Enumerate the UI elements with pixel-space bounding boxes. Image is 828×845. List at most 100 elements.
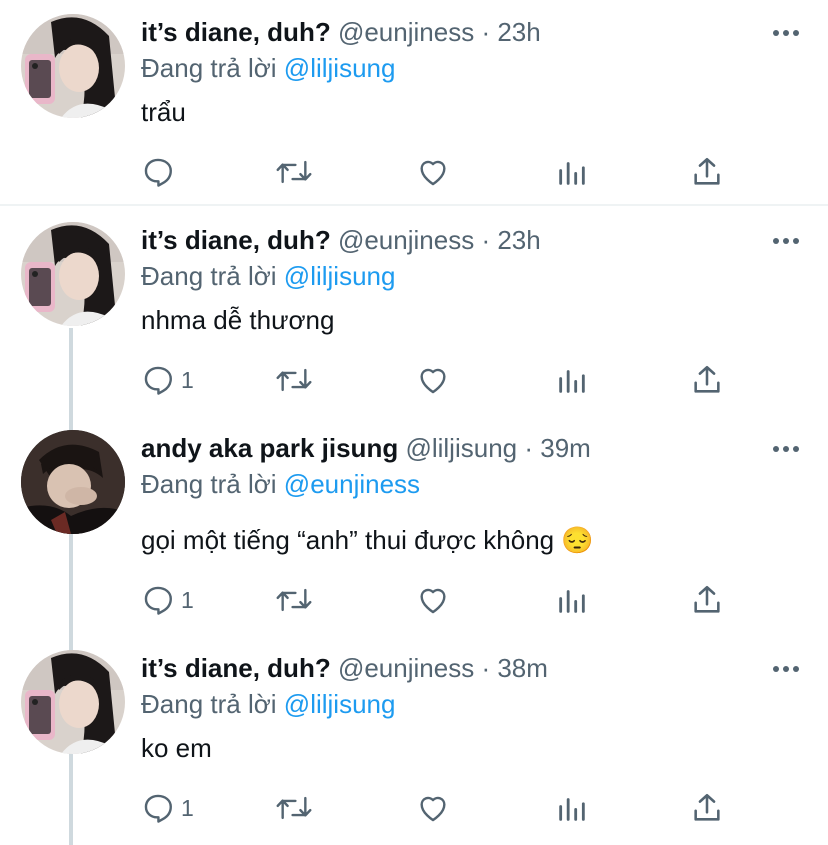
analytics-icon <box>559 162 585 185</box>
tweet-text: nhma dễ thương <box>141 305 335 335</box>
reply-button[interactable]: 1 <box>141 580 194 620</box>
share-button[interactable] <box>690 152 724 192</box>
analytics-button[interactable] <box>555 360 589 400</box>
more-icon[interactable] <box>772 28 800 38</box>
tweet-text: ko em <box>141 733 212 763</box>
share-button[interactable] <box>690 580 724 620</box>
display-name[interactable]: it’s diane, duh? <box>141 653 331 683</box>
share-button[interactable] <box>690 360 724 400</box>
user-handle[interactable]: @eunjiness <box>338 17 474 47</box>
reply-button[interactable]: 1 <box>141 788 194 828</box>
tweet[interactable]: it’s diane, duh? @eunjiness · 38m Đang t… <box>0 648 828 845</box>
reply-count: 1 <box>181 366 194 393</box>
avatar[interactable] <box>21 430 125 534</box>
action-bar: 1 <box>141 788 741 828</box>
display-name[interactable]: andy aka park jisung <box>141 433 398 463</box>
share-icon <box>694 585 720 613</box>
tweet-header: it’s diane, duh? @eunjiness · 23h <box>141 12 541 52</box>
display-name[interactable]: it’s diane, duh? <box>141 225 331 255</box>
action-bar: 1 <box>141 580 741 620</box>
timestamp[interactable]: 38m <box>497 653 548 683</box>
like-icon <box>420 796 446 822</box>
display-name[interactable]: it’s diane, duh? <box>141 17 331 47</box>
mention-link[interactable]: @eunjiness <box>284 469 420 499</box>
more-icon[interactable] <box>772 664 800 674</box>
replying-to: Đang trả lời @liljisung <box>141 258 395 294</box>
tweet[interactable]: andy aka park jisung @liljisung · 39m Đa… <box>0 428 828 638</box>
like-icon <box>420 160 446 186</box>
reply-icon <box>144 794 172 823</box>
replying-to-label: Đang trả lời <box>141 261 277 291</box>
separator: · <box>481 653 491 683</box>
mention-link[interactable]: @liljisung <box>284 689 396 719</box>
tweet-header: it’s diane, duh? @eunjiness · 38m <box>141 648 548 688</box>
tweet[interactable]: it’s diane, duh? @eunjiness · 23h Đang t… <box>0 220 828 410</box>
share-icon <box>694 365 720 393</box>
like-icon <box>420 368 446 394</box>
separator: · <box>524 433 534 463</box>
reply-icon <box>144 366 172 395</box>
retweet-button[interactable] <box>275 360 313 400</box>
retweet-icon <box>276 588 312 612</box>
diane-avatar-image <box>21 650 125 754</box>
replying-to: Đang trả lời @eunjiness <box>141 466 420 502</box>
retweet-button[interactable] <box>275 580 313 620</box>
diane-avatar-image <box>21 14 125 118</box>
analytics-button[interactable] <box>555 580 589 620</box>
avatar[interactable] <box>21 650 125 754</box>
tweet-text: gọi một tiếng “anh” thui được không 😔 <box>141 525 594 555</box>
tweet-header: it’s diane, duh? @eunjiness · 23h <box>141 220 541 260</box>
action-bar <box>141 152 741 192</box>
reply-icon <box>144 158 172 187</box>
replying-to-label: Đang trả lời <box>141 689 277 719</box>
avatar[interactable] <box>21 14 125 118</box>
andy-avatar-image <box>21 430 125 534</box>
separator: · <box>481 225 491 255</box>
retweet-button[interactable] <box>275 152 313 192</box>
analytics-icon <box>559 590 585 613</box>
timestamp[interactable]: 23h <box>497 17 540 47</box>
tweet-divider <box>0 204 828 206</box>
retweet-icon <box>276 160 312 184</box>
reply-icon <box>144 586 172 615</box>
like-button[interactable] <box>416 580 450 620</box>
tweet-text: trẩu <box>141 97 186 127</box>
timestamp[interactable]: 23h <box>497 225 540 255</box>
retweet-button[interactable] <box>275 788 313 828</box>
user-handle[interactable]: @eunjiness <box>338 653 474 683</box>
reply-button[interactable] <box>141 152 181 192</box>
more-icon[interactable] <box>772 236 800 246</box>
analytics-icon <box>559 798 585 821</box>
user-handle[interactable]: @liljisung <box>405 433 517 463</box>
reply-count: 1 <box>181 586 194 613</box>
retweet-icon <box>276 368 312 392</box>
like-button[interactable] <box>416 360 450 400</box>
reply-count: 1 <box>181 794 194 821</box>
share-button[interactable] <box>690 788 724 828</box>
retweet-icon <box>276 796 312 820</box>
replying-to-label: Đang trả lời <box>141 469 277 499</box>
like-button[interactable] <box>416 152 450 192</box>
analytics-button[interactable] <box>555 788 589 828</box>
replying-to-label: Đang trả lời <box>141 53 277 83</box>
diane-avatar-image <box>21 222 125 326</box>
like-button[interactable] <box>416 788 450 828</box>
more-icon[interactable] <box>772 444 800 454</box>
reply-button[interactable]: 1 <box>141 360 194 400</box>
separator: · <box>481 17 491 47</box>
analytics-icon <box>559 370 585 393</box>
tweet[interactable]: it’s diane, duh? @eunjiness · 23h Đang t… <box>0 12 828 202</box>
timestamp[interactable]: 39m <box>540 433 591 463</box>
replying-to: Đang trả lời @liljisung <box>141 50 395 86</box>
replying-to: Đang trả lời @liljisung <box>141 686 395 722</box>
like-icon <box>420 588 446 614</box>
mention-link[interactable]: @liljisung <box>284 261 396 291</box>
share-icon <box>694 157 720 185</box>
tweet-header: andy aka park jisung @liljisung · 39m <box>141 428 591 468</box>
avatar[interactable] <box>21 222 125 326</box>
user-handle[interactable]: @eunjiness <box>338 225 474 255</box>
action-bar: 1 <box>141 360 741 400</box>
share-icon <box>694 793 720 821</box>
mention-link[interactable]: @liljisung <box>284 53 396 83</box>
analytics-button[interactable] <box>555 152 589 192</box>
